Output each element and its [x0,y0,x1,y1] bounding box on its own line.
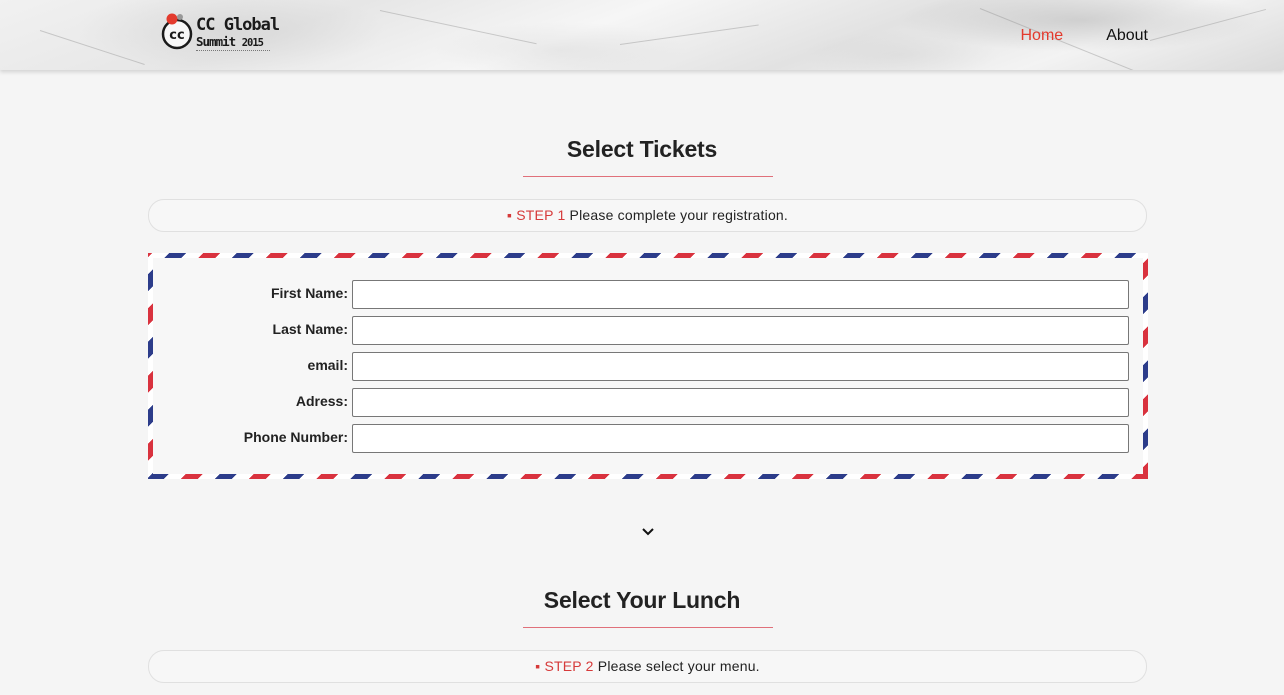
phone-number-input[interactable] [352,424,1129,453]
email-input[interactable] [352,352,1129,381]
logo-title: CC Global [196,15,280,35]
email-row: email: [153,352,1143,382]
step-1-label: STEP 1 [516,207,566,223]
registration-form: First Name: Last Name: email: Adress: Ph… [148,253,1148,479]
logo-subtitle: Summit 2015 [196,34,264,49]
step-1-text: Please complete your registration. [569,207,789,223]
first-name-input[interactable] [352,280,1129,309]
step-1-banner: ▪ STEP 1 Please complete your registrati… [148,199,1147,232]
address-input[interactable] [352,388,1129,417]
phone-number-row: Phone Number: [153,424,1143,454]
nav-home-link[interactable]: Home [1021,27,1064,45]
cc-logo-mark-icon: cc [161,13,193,50]
heading-underline [523,627,773,628]
site-logo[interactable]: cc CC Global Summit 2015 [160,12,280,58]
logo-fine-print [196,50,270,53]
logo-summit: Summit [196,34,236,49]
address-label: Adress: [295,393,348,409]
step-bullet-icon: ▪ [535,658,541,674]
step-2-banner: ▪ STEP 2 Please select your menu. [148,650,1147,683]
site-header: cc CC Global Summit 2015 Home About [0,0,1284,70]
last-name-label: Last Name: [272,321,348,337]
logo-mark-text: cc [169,28,184,43]
step-2-label: STEP 2 [544,658,594,674]
marble-vein [1149,8,1267,41]
marble-vein [379,10,537,45]
step-2-text: Please select your menu. [597,658,760,674]
marble-vein [39,30,145,65]
logo-year: 2015 [241,37,264,49]
email-label: email: [307,357,348,373]
last-name-row: Last Name: [153,316,1143,346]
chevron-down-icon[interactable] [640,524,656,540]
phone-number-label: Phone Number: [243,429,348,445]
select-lunch-heading: Select Your Lunch [543,587,741,613]
address-row: Adress: [153,388,1143,418]
first-name-row: First Name: [153,280,1143,310]
first-name-label: First Name: [270,285,348,301]
main-nav: Home About [1021,27,1149,45]
marble-vein [619,24,759,45]
step-bullet-icon: ▪ [506,207,513,223]
registration-form-body: First Name: Last Name: email: Adress: Ph… [153,258,1143,474]
nav-about-link[interactable]: About [1106,27,1148,45]
select-tickets-heading: Select Tickets [566,136,718,162]
heading-underline [523,176,773,177]
last-name-input[interactable] [352,316,1129,345]
